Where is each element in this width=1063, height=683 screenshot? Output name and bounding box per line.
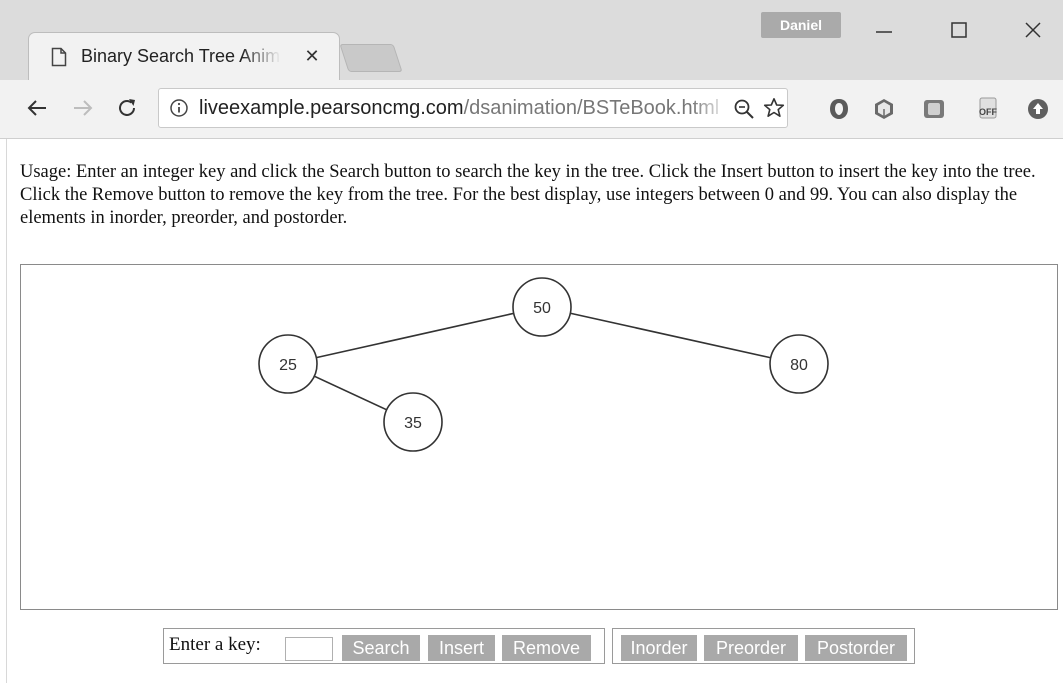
insert-button[interactable]: Insert bbox=[428, 635, 495, 661]
tab-title: Binary Search Tree Animation bbox=[81, 46, 281, 66]
extension-off-label: OFF bbox=[979, 107, 997, 117]
tree-canvas: 50 25 80 35 bbox=[20, 264, 1058, 610]
tree-view: 50 25 80 35 bbox=[258, 277, 829, 452]
forward-arrow-icon bbox=[74, 100, 93, 116]
info-icon[interactable] bbox=[169, 98, 189, 118]
inorder-button[interactable]: Inorder bbox=[621, 635, 697, 661]
minimize-icon bbox=[876, 31, 892, 33]
new-tab-button[interactable] bbox=[339, 44, 403, 72]
back-arrow-icon bbox=[27, 100, 46, 116]
tree-edge-50-80 bbox=[570, 312, 771, 359]
browser-toolbar: liveexample.pearsoncmg.com/dsanimation/B… bbox=[0, 80, 1063, 139]
tree-node-35: 35 bbox=[383, 392, 443, 452]
forward-button[interactable] bbox=[66, 91, 100, 125]
extension-upload-icon[interactable] bbox=[1026, 97, 1050, 121]
title-bar: Binary Search Tree Animation ✕ Daniel bbox=[0, 0, 1063, 80]
page-content: Usage: Enter an integer key and click th… bbox=[0, 139, 1063, 683]
close-icon bbox=[1025, 22, 1041, 38]
tree-node-key: 35 bbox=[404, 415, 422, 432]
bookmark-star-icon[interactable] bbox=[763, 97, 785, 119]
url-path: /dsanimation/BSTeBook.html bbox=[463, 97, 720, 119]
traversal-controls-group: Inorder Preorder Postorder bbox=[612, 628, 915, 664]
tree-node-80: 80 bbox=[769, 334, 829, 394]
extension-1-icon[interactable] bbox=[827, 97, 851, 121]
postorder-button[interactable]: Postorder bbox=[805, 635, 907, 661]
extension-off-icon[interactable]: OFF bbox=[975, 97, 999, 121]
reload-icon bbox=[119, 99, 135, 116]
browser-window: Binary Search Tree Animation ✕ Daniel bbox=[0, 0, 1063, 683]
back-button[interactable] bbox=[20, 91, 54, 125]
tree-edge-50-25 bbox=[316, 312, 514, 359]
tree-node-key: 50 bbox=[533, 300, 551, 317]
extension-3-icon[interactable] bbox=[922, 97, 946, 121]
tree-edge-25-35 bbox=[313, 375, 388, 411]
tab-close-icon[interactable]: ✕ bbox=[301, 44, 323, 68]
minimize-button[interactable] bbox=[859, 12, 909, 48]
zoom-icon[interactable] bbox=[733, 98, 755, 120]
key-controls-group: Enter a key: Search Insert Remove bbox=[163, 628, 605, 664]
tree-node-50: 50 bbox=[512, 277, 572, 337]
left-edge bbox=[0, 139, 7, 683]
address-bar[interactable]: liveexample.pearsoncmg.com/dsanimation/B… bbox=[158, 88, 788, 128]
key-label: Enter a key: bbox=[169, 634, 261, 655]
preorder-button[interactable]: Preorder bbox=[704, 635, 798, 661]
tab-bst-animation[interactable]: Binary Search Tree Animation ✕ bbox=[28, 32, 340, 80]
url-text[interactable]: liveexample.pearsoncmg.com/dsanimation/B… bbox=[199, 97, 729, 120]
usage-instructions: Usage: Enter an integer key and click th… bbox=[20, 162, 1036, 228]
maximize-button[interactable] bbox=[934, 12, 984, 48]
remove-button[interactable]: Remove bbox=[502, 635, 591, 661]
url-host: liveexample.pearsoncmg.com bbox=[199, 97, 464, 119]
reload-button[interactable] bbox=[110, 91, 144, 125]
key-input[interactable] bbox=[285, 637, 333, 661]
profile-badge[interactable]: Daniel bbox=[761, 12, 841, 38]
tree-node-key: 80 bbox=[790, 357, 808, 374]
close-window-button[interactable] bbox=[1008, 12, 1058, 48]
tree-node-key: 25 bbox=[279, 357, 297, 374]
tree-node-25: 25 bbox=[258, 334, 318, 394]
maximize-icon bbox=[951, 22, 967, 38]
search-button[interactable]: Search bbox=[342, 635, 420, 661]
page-icon bbox=[51, 47, 67, 67]
extension-2-icon[interactable] bbox=[872, 97, 896, 121]
